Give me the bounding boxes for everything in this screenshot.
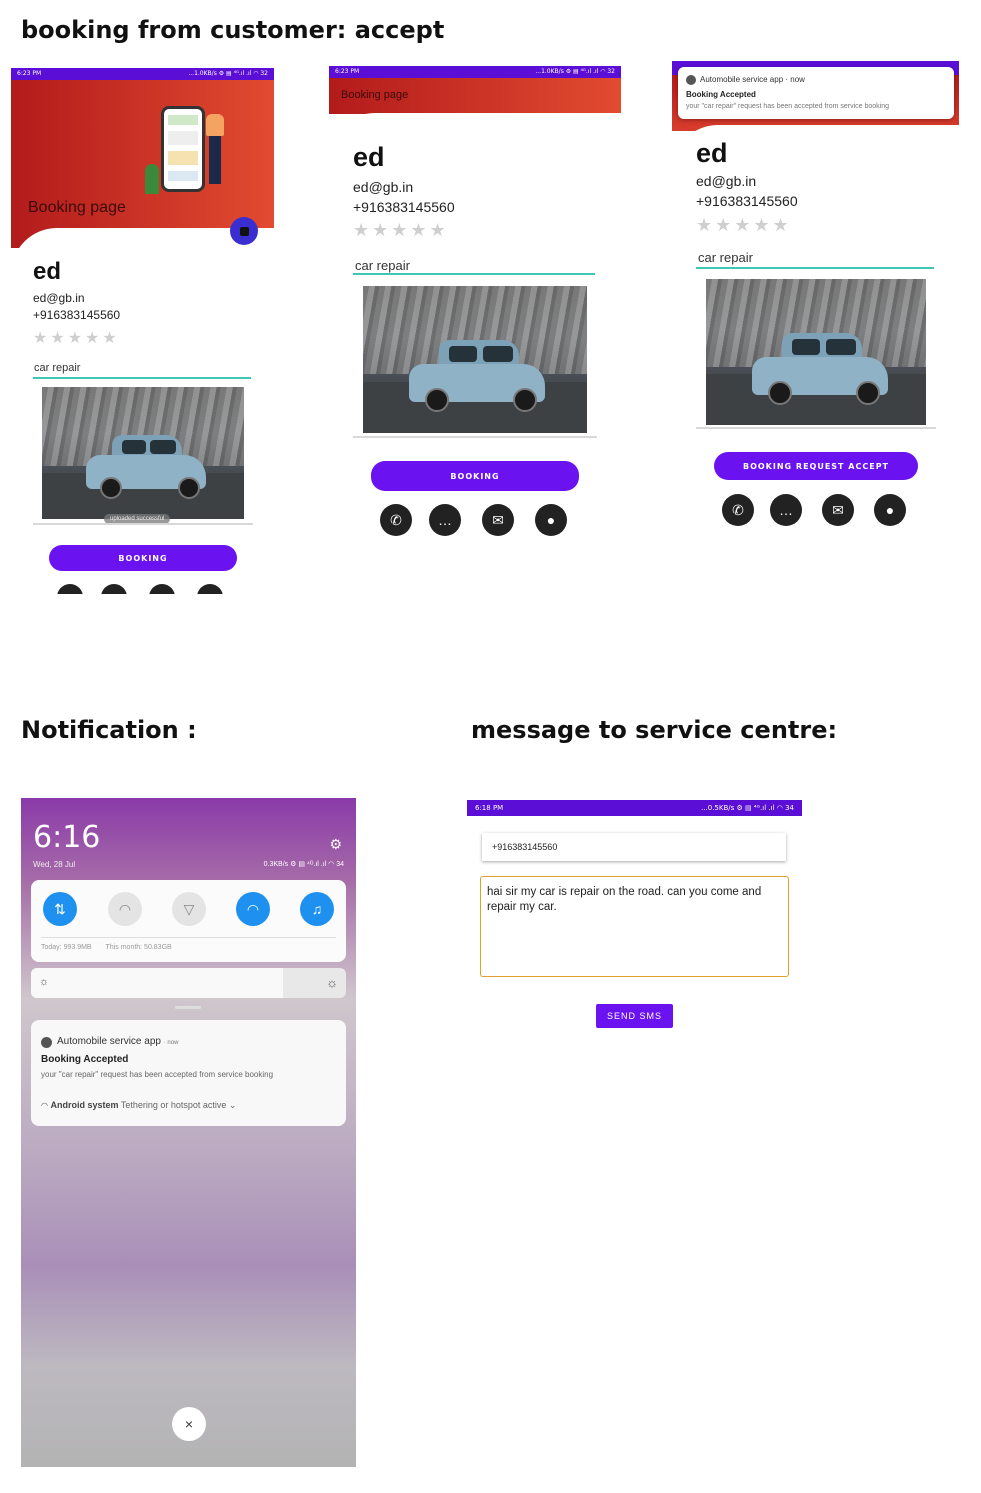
person-illustration: [206, 114, 224, 136]
data-usage-today: Today: 993.9MB: [41, 944, 92, 951]
heading-top: booking from customer: accept: [21, 16, 445, 44]
heading-notification: Notification :: [21, 716, 197, 744]
booking-screen-1: 6:23 PM ...1.0KB/s ⚙ ▤ ⁴ᴳ.ıl .ıl ◠ 32 Bo…: [11, 68, 274, 594]
gear-icon[interactable]: ⚙: [329, 836, 342, 853]
location-icon[interactable]: ●: [874, 494, 906, 526]
hotspot-icon: ◠: [41, 1101, 48, 1110]
booking-button[interactable]: BOOKING: [371, 461, 579, 491]
brightness-high-icon: ☼: [326, 975, 338, 990]
notif-app-name: Automobile service app: [57, 1036, 161, 1047]
system-notification[interactable]: ◠ Android system Tethering or hotspot ac…: [41, 1100, 236, 1111]
status-bar: 6:23 PM ...1.0KB/s ⚙ ▤ ⁴ᴳ.ıl .ıl ◠ 32: [329, 66, 621, 78]
notification-card[interactable]: Automobile service app · now Booking Acc…: [31, 1020, 346, 1126]
phone-icon[interactable]: ✆: [722, 494, 754, 526]
wifi-toggle-icon[interactable]: ◠: [108, 892, 142, 926]
fab-button[interactable]: [230, 217, 258, 245]
close-button[interactable]: ×: [172, 1407, 206, 1441]
notif-app-name: Automobile service app · now: [700, 75, 805, 84]
send-sms-button[interactable]: SEND SMS: [596, 1004, 673, 1028]
status-time: 6:18 PM: [475, 804, 504, 812]
brightness-low-icon: ☼: [39, 976, 50, 988]
data-usage-month: This month: 50.83GB: [105, 944, 172, 951]
customer-email: ed@gb.in: [353, 179, 414, 195]
status-icons: ...1.0KB/s ⚙ ▤ ⁴ᴳ.ıl .ıl ◠ 32: [535, 68, 615, 75]
status-icons: ...0.5KB/s ⚙ ▤ ⁴ᴳ.ıl .ıl ◠ 34: [701, 804, 794, 812]
drag-handle[interactable]: [175, 1006, 201, 1009]
service-field[interactable]: car repair: [698, 250, 753, 265]
status-bar: 6:18 PM ...0.5KB/s ⚙ ▤ ⁴ᴳ.ıl .ıl ◠ 34: [467, 800, 802, 816]
notif-title: Booking Accepted: [686, 90, 756, 99]
phone-number-input[interactable]: +916383145560: [482, 833, 786, 861]
chat-icon[interactable]: …: [429, 504, 461, 536]
customer-name: ed: [33, 258, 62, 285]
brightness-slider[interactable]: ☼ ☼: [31, 968, 346, 998]
app-icon: [41, 1037, 52, 1048]
status-time: 6:23 PM: [17, 70, 42, 77]
app-icon: [686, 75, 696, 85]
message-input[interactable]: hai sir my car is repair on the road. ca…: [480, 876, 789, 977]
notif-body: your "car repair" request has been accep…: [686, 103, 890, 110]
booking-screen-2: 6:23 PM ...1.0KB/s ⚙ ▤ ⁴ᴳ.ıl .ıl ◠ 32 Bo…: [329, 66, 621, 556]
location-icon[interactable]: ●: [535, 504, 567, 536]
car-image: [42, 387, 244, 519]
quick-settings-panel: ⇅ ◠ ▽ ◠ ♫ Today: 993.9MB This month: 50.…: [31, 880, 346, 962]
rating-stars[interactable]: ★★★★★: [33, 328, 120, 348]
mail-icon[interactable]: ✉: [482, 504, 514, 536]
phone-icon[interactable]: ✆: [380, 504, 412, 536]
hotspot-toggle-icon[interactable]: ◠: [236, 892, 270, 926]
plant-illustration: [145, 164, 159, 194]
status-time: 6:23 PM: [335, 68, 360, 75]
status-bar: 6:23 PM ...1.0KB/s ⚙ ▤ ⁴ᴳ.ıl .ıl ◠ 32: [11, 68, 274, 80]
system-app-name: Android system: [50, 1100, 119, 1110]
customer-phone: +916383145560: [353, 199, 455, 215]
bag-icon: [239, 226, 249, 236]
booking-notification[interactable]: Automobile service app · now Booking Acc…: [678, 67, 954, 119]
customer-name: ed: [353, 142, 385, 172]
booking-button[interactable]: BOOKING: [49, 545, 237, 571]
page-title: Booking page: [341, 89, 409, 101]
phone-illustration: [161, 106, 205, 192]
car-image: [363, 286, 587, 433]
flashlight-toggle-icon[interactable]: ▽: [172, 892, 206, 926]
mail-icon[interactable]: ✉: [822, 494, 854, 526]
notif-body: your "car repair" request has been accep…: [41, 1070, 274, 1079]
customer-phone: +916383145560: [696, 193, 798, 209]
page-title: Booking page: [28, 199, 126, 216]
status-icons: ...1.0KB/s ⚙ ▤ ⁴ᴳ.ıl .ıl ◠ 32: [188, 70, 268, 77]
sms-screen: 6:18 PM ...0.5KB/s ⚙ ▤ ⁴ᴳ.ıl .ıl ◠ 34 +9…: [467, 800, 802, 1100]
data-toggle-icon[interactable]: ⇅: [43, 892, 77, 926]
customer-email: ed@gb.in: [33, 291, 85, 305]
shade-date: Wed, 28 Jul: [33, 860, 76, 869]
service-field[interactable]: car repair: [34, 362, 80, 374]
booking-screen-3: Automobile service app · now Booking Acc…: [672, 61, 959, 541]
car-image: [706, 279, 926, 425]
rating-stars[interactable]: ★★★★★: [696, 215, 792, 236]
brightness-fill: [31, 968, 283, 998]
heading-message: message to service centre:: [471, 716, 838, 744]
system-text: Tethering or hotspot active ⌄: [120, 1100, 237, 1110]
customer-email: ed@gb.in: [696, 173, 757, 189]
shade-time: 6:16: [33, 820, 101, 855]
chat-icon[interactable]: …: [770, 494, 802, 526]
silent-toggle-icon[interactable]: ♫: [300, 892, 334, 926]
notif-time: · now: [163, 1040, 179, 1046]
customer-phone: +916383145560: [33, 308, 121, 322]
booking-request-accept-button[interactable]: BOOKING REQUEST ACCEPT: [714, 452, 918, 480]
notif-title: Booking Accepted: [41, 1054, 129, 1065]
shade-status-icons: 0.3KB/s ⚙ ▤ ⁴ᴳ.ıl .ıl ◠ 34: [263, 861, 344, 868]
service-field[interactable]: car repair: [355, 258, 410, 273]
customer-name: ed: [696, 138, 728, 168]
notification-shade: 6:16 ⚙ Wed, 28 Jul 0.3KB/s ⚙ ▤ ⁴ᴳ.ıl .ıl…: [21, 798, 356, 1467]
rating-stars[interactable]: ★★★★★: [353, 220, 449, 241]
